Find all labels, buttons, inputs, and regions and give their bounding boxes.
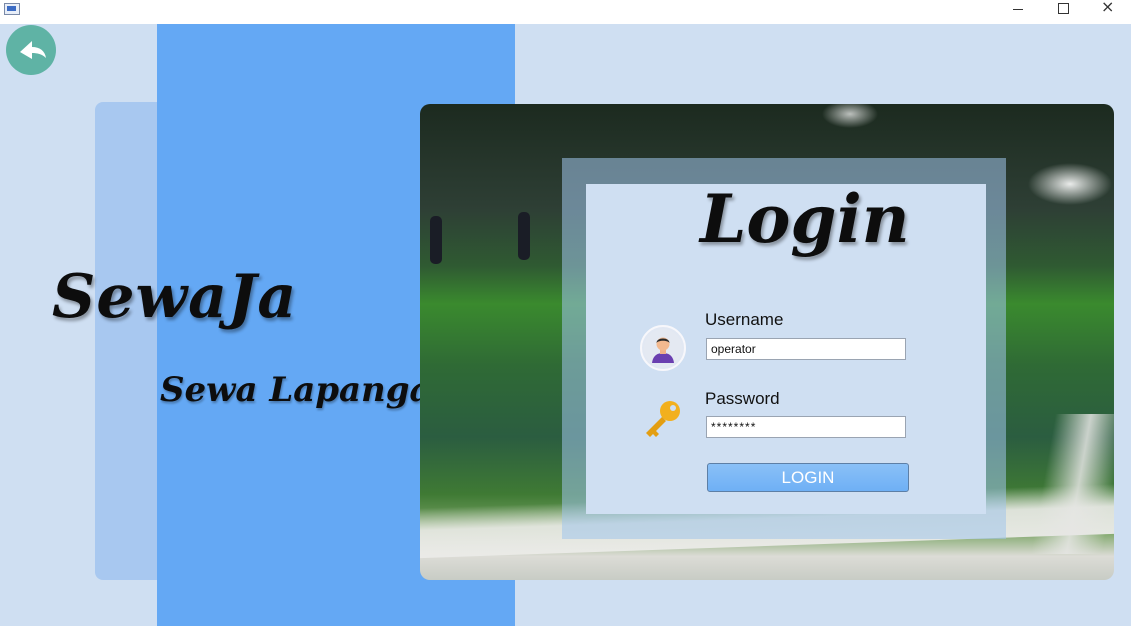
username-label: Username	[705, 310, 784, 329]
brand-title: SewaJa	[52, 262, 298, 332]
close-button[interactable]: ×	[1086, 0, 1131, 24]
back-button[interactable]	[6, 25, 56, 75]
back-arrow-icon	[20, 41, 46, 59]
password-field[interactable]: ********	[706, 416, 906, 438]
minimize-button[interactable]	[995, 0, 1041, 24]
maximize-icon	[1058, 3, 1069, 14]
login-heading: Login	[700, 180, 910, 258]
brand-subtitle: Sewa Lapangan	[160, 370, 457, 410]
username-field[interactable]: operator	[706, 338, 906, 360]
user-avatar-icon	[640, 325, 686, 371]
pitch-corner-line	[1020, 414, 1114, 554]
window-title-bar: ×	[0, 0, 1131, 24]
player-figure	[518, 212, 530, 260]
key-icon	[638, 396, 686, 440]
app-icon	[4, 3, 20, 15]
maximize-button[interactable]	[1040, 0, 1086, 24]
close-icon: ×	[1101, 0, 1115, 16]
password-label: Password	[705, 389, 780, 408]
login-button[interactable]: LOGIN	[707, 463, 909, 492]
minimize-icon	[1013, 9, 1023, 10]
player-figure	[430, 216, 442, 264]
